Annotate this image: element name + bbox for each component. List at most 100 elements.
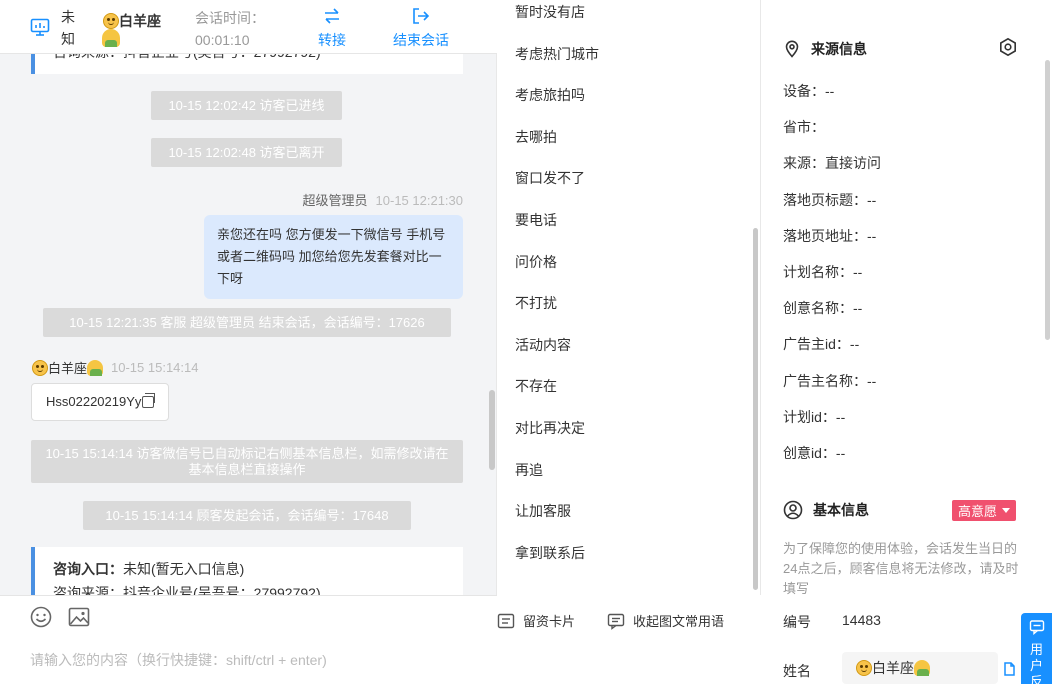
quick-reply-item[interactable]: 不存在 [515,376,557,396]
quick-reply-item[interactable]: 暂时没有店 [515,2,585,22]
source-info-label: 计划名称： [783,264,853,280]
source-info-label: 广告主id： [783,336,850,353]
user-feedback-tab[interactable]: 用户反馈 [1021,613,1052,684]
user-circle-icon [783,500,803,520]
source-info-value: -- [825,83,835,99]
source-info-row: 落地页标题：-- [783,190,876,210]
source-card-entry: 咨询入口：未知(暂无入口信息) [35,559,463,579]
chat-panel: 未知 白羊座 会话时间： 00:01:10 转接 结束会话 10-15 12:0… [0,0,497,684]
basic-info-title-text: 基本信息 [813,502,869,518]
collapse-phrases-button[interactable]: 收起图文常用语 [607,611,724,630]
source-info-row: 计划id：-- [783,407,845,427]
session-time: 00:01:10 [195,32,250,48]
source-card-top-text: 咨询来源：抖音企业号(吴吾号：27992792) [35,54,463,62]
customer-info-panel: 来源信息 设备：-- 省市： 来源：直接访问 落地页标题：-- 落地页地址：-- 计划名称… [761,0,1052,684]
customer-name-label: 姓名 [783,663,811,679]
visitor-name: 白羊座 [103,11,161,31]
smile-emoji-icon [856,660,872,676]
source-info-row: 落地页地址：-- [783,226,876,246]
monitor-icon [30,18,50,36]
person-emoji-icon [87,359,104,376]
quick-reply-item[interactable]: 去哪拍 [515,127,557,147]
quick-reply-item[interactable]: 考虑热门城市 [515,44,599,64]
smile-emoji-icon [32,359,48,376]
source-card-source: 咨询来源：抖音企业号(吴吾号：27992792) [53,585,321,595]
customer-name-value: 白羊座 [872,660,914,676]
source-info-row: 省市： [783,117,825,137]
quick-reply-panel: 暂时没有店考虑热门城市 考虑旅拍吗去哪拍窗口发不了要电话问价格不打扰活动内容不存在… [497,0,761,595]
quick-reply-item[interactable]: 活动内容 [515,335,571,355]
feedback-icon [1029,620,1044,636]
transfer-icon [325,8,339,24]
quick-reply-item[interactable]: 窗口发不了 [515,168,585,188]
message-icon [607,613,625,630]
quick-reply-item[interactable]: 要电话 [515,210,557,230]
session-time-label: 会话时间： [195,10,265,26]
customer-message-bubble: Hss02220219Yy [31,383,170,421]
source-card: 咨询入口：未知(暂无入口信息) 咨询来源：抖音企业号(吴吾号：27992792) [31,547,463,595]
source-info-row: 来源：直接访问 [783,153,881,173]
quick-reply-item[interactable]: 考虑旅拍吗 [515,85,585,105]
entry-label: 咨询入口： [53,561,123,577]
message-list[interactable]: 咨询来源：抖音企业号(吴吾号：27992792) 10-15 12:02:42 … [0,54,497,595]
person-emoji-icon [914,660,930,676]
person-emoji-icon [102,29,120,47]
chat-scrollbar[interactable] [489,390,495,470]
source-info-label: 创意名称： [783,300,853,317]
source-info-row: 广告主id：-- [783,334,859,354]
end-session-button[interactable]: 结束会话 [393,6,449,50]
quick-reply-item[interactable]: 拿到联系后 [515,543,585,563]
document-copy-icon[interactable] [1001,661,1017,677]
source-info-row: 广告主名称：-- [783,371,876,391]
emoji-icon[interactable] [30,606,52,628]
source-info-label: 来源： [783,155,825,172]
source-info-value: -- [835,445,846,461]
source-info-label: 省市： [783,119,825,136]
image-icon[interactable] [68,606,90,628]
copy-icon[interactable] [142,393,156,408]
customer-message-time: 10-15 15:14:14 [111,360,199,375]
agent-message-time: 10-15 12:21:30 [375,193,463,208]
source-info-value: -- [867,372,877,389]
transfer-button[interactable]: 转接 [318,6,346,50]
leave-card-button[interactable]: 留资卡片 [497,611,575,630]
quick-reply-item[interactable]: 再追 [515,460,543,480]
end-session-label: 结束会话 [393,32,449,48]
intent-level-label: 高意愿 [958,504,998,519]
system-message: 10-15 12:02:42 访客已进线 [151,91,342,120]
customer-name: 白羊座 [48,361,88,376]
system-message: 10-15 12:02:48 访客已离开 [151,138,342,167]
source-info-value: -- [835,408,846,425]
quick-reply-item[interactable]: 让加客服 [515,501,571,521]
source-info-label: 设备： [783,83,825,99]
quick-reply-item[interactable]: 不打扰 [515,293,557,313]
entry-value: 未知(暂无入口信息) [123,561,245,577]
collapse-phrases-label: 收起图文常用语 [633,614,725,629]
quick-reply-scrollbar[interactable] [753,228,758,590]
caret-down-icon [1002,508,1011,513]
settings-icon[interactable] [998,37,1018,57]
source-info-label: 落地页标题： [783,191,867,208]
basic-info-title: 基本信息 [783,500,869,520]
transfer-label: 转接 [318,32,346,48]
source-info-label: 落地页地址： [783,227,867,244]
agent-name: 超级管理员 [302,193,368,208]
agent-message-meta: 超级管理员 10-15 12:21:30 [303,190,463,209]
source-info-label: 创意id： [783,445,836,461]
source-info-label: 计划id： [783,408,836,425]
message-composer: 请输入您的内容（换行快捷键：shift/ctrl + enter) [0,595,497,684]
source-info-value: -- [853,264,863,280]
quick-reply-item[interactable]: 问价格 [515,252,557,272]
intent-level-dropdown[interactable]: 高意愿 [952,500,1017,521]
quick-reply-item[interactable]: 对比再决定 [515,418,585,438]
customer-name-field[interactable]: 白羊座 [842,652,998,684]
message-input[interactable]: 请输入您的内容（换行快捷键：shift/ctrl + enter) [30,650,327,670]
source-info-value: -- [853,300,863,317]
card-icon [497,613,515,628]
customer-id-label: 编号 [783,614,811,630]
source-info-value: -- [849,336,860,353]
info-scrollbar[interactable] [1045,60,1050,340]
source-info-row: 创意名称：-- [783,298,862,318]
customer-message-text: Hss02220219Yy [46,394,142,409]
chat-workspace: 未知 白羊座 会话时间： 00:01:10 转接 结束会话 10-15 12:0… [0,0,1052,684]
